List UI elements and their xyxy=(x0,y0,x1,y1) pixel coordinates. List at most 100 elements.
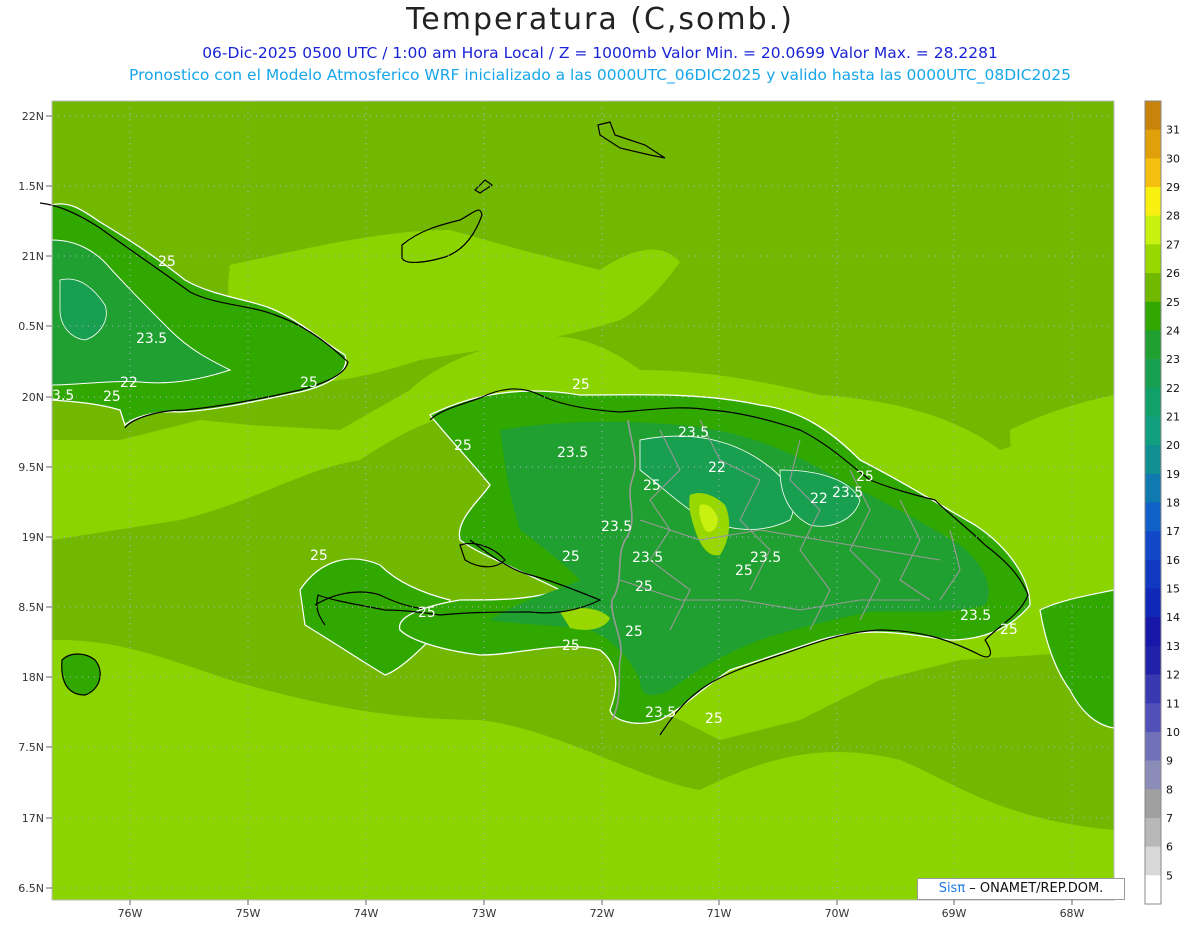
credit-sis: Sisπ xyxy=(938,881,966,896)
colorbar-swatch xyxy=(1145,617,1161,647)
colorbar-label: 15 xyxy=(1166,583,1180,596)
lon-label: 73W xyxy=(472,907,497,920)
contour-label: 25 xyxy=(418,605,436,621)
lat-label: 18N xyxy=(22,671,44,684)
colorbar-swatch xyxy=(1145,789,1161,819)
contour-label: 25 xyxy=(310,548,328,564)
colorbar-swatch xyxy=(1145,875,1161,905)
contour-label: 23.5 xyxy=(678,425,709,441)
colorbar-label: 24 xyxy=(1166,324,1180,337)
colorbar-label: 20 xyxy=(1166,439,1180,452)
lat-label: 6.5N xyxy=(18,882,44,895)
lon-label: 74W xyxy=(354,907,379,920)
colorbar-label: 27 xyxy=(1166,238,1180,251)
contour-label: 23.5 xyxy=(960,608,991,624)
contour-label: 23.5 xyxy=(601,519,632,535)
lat-ticks xyxy=(46,115,52,889)
lat-label: 20N xyxy=(22,391,44,404)
lon-label: 71W xyxy=(707,907,732,920)
colorbar-swatch xyxy=(1145,645,1161,675)
lat-label: 8.5N xyxy=(18,601,44,614)
lat-label: 7.5N xyxy=(18,741,44,754)
colorbar: 31 30 29 28 27 26 25 24 23 22 21 20 19 18 17 16 15 14 13 12… xyxy=(1144,100,1180,905)
colorbar-label: 9 xyxy=(1166,755,1173,768)
contour-label: 25 xyxy=(300,375,318,391)
colorbar-label: 28 xyxy=(1166,210,1180,223)
subtitle-date-values: 06-Dic-2025 0500 UTC / 1:00 am Hora Loca… xyxy=(202,44,998,62)
contour-label: 23.5 xyxy=(832,485,863,501)
lon-label: 75W xyxy=(236,907,261,920)
colorbar-label: 19 xyxy=(1166,468,1180,481)
contour-label: 23.5 xyxy=(632,550,663,566)
colorbar-swatch xyxy=(1145,387,1161,417)
lat-label: 1.5N xyxy=(18,180,44,193)
colorbar-swatch xyxy=(1145,244,1161,274)
lon-label: 72W xyxy=(590,907,615,920)
colorbar-label: 14 xyxy=(1166,611,1180,624)
colorbar-swatch xyxy=(1145,187,1161,216)
colorbar-swatch xyxy=(1145,674,1161,704)
colorbar-swatch xyxy=(1145,416,1161,446)
lat-label: 22N xyxy=(22,110,44,123)
lon-label: 69W xyxy=(942,907,967,920)
colorbar-label: 26 xyxy=(1166,267,1180,280)
colorbar-swatch xyxy=(1145,215,1161,245)
colorbar-swatch xyxy=(1145,101,1161,130)
contour-label: 25 xyxy=(643,478,661,494)
lon-ticks xyxy=(129,900,1073,905)
lon-label: 68W xyxy=(1060,907,1085,920)
colorbar-swatch xyxy=(1145,359,1161,389)
colorbar-label: 22 xyxy=(1166,382,1180,395)
colorbar-swatch xyxy=(1145,588,1161,618)
colorbar-label: 30 xyxy=(1166,152,1180,165)
contour-label: 25 xyxy=(1000,622,1018,638)
colorbar-swatch xyxy=(1145,703,1161,733)
colorbar-label: 6 xyxy=(1166,841,1173,854)
colorbar-swatch xyxy=(1145,273,1161,303)
lat-label-group: 22N 1.5N 21N 0.5N 20N 9.5N 19N 8.5N 18N … xyxy=(18,110,44,895)
contour-label: 23.5 xyxy=(750,550,781,566)
colorbar-swatch xyxy=(1145,158,1161,188)
contour-label: 25 xyxy=(635,579,653,595)
colorbar-swatch xyxy=(1145,330,1161,360)
colorbar-swatch xyxy=(1145,301,1161,331)
forecast-map: 22N 1.5N 21N 0.5N 20N 9.5N 19N 8.5N 18N … xyxy=(18,100,1180,920)
contour-label: 25 xyxy=(158,254,176,270)
credit-box: Sisπ – ONAMET/REP.DOM. xyxy=(917,878,1125,900)
lon-label: 70W xyxy=(825,907,850,920)
colorbar-label: 17 xyxy=(1166,525,1180,538)
contour-label: 22 xyxy=(120,375,138,391)
colorbar-label: 12 xyxy=(1166,669,1180,682)
contour-label: 23.5 xyxy=(557,445,588,461)
colorbar-label: 8 xyxy=(1166,783,1173,796)
contour-label: 23.5 xyxy=(645,705,676,721)
contour-label: 23.5 xyxy=(136,331,167,347)
contour-label: 25 xyxy=(103,389,121,405)
lat-label: 9.5N xyxy=(18,461,44,474)
contour-label: 22 xyxy=(810,491,828,507)
page-title: Temperatura (C,somb.) xyxy=(406,2,794,37)
contour-label: 25 xyxy=(454,438,472,454)
colorbar-label: 21 xyxy=(1166,411,1180,424)
colorbar-swatch xyxy=(1145,846,1161,876)
colorbar-label: 7 xyxy=(1166,812,1173,825)
colorbar-swatch xyxy=(1145,731,1161,761)
contour-label: 25 xyxy=(705,711,723,727)
contour-label: 25 xyxy=(625,624,643,640)
lon-label: 76W xyxy=(118,907,143,920)
contour-label: 25 xyxy=(572,377,590,393)
contour-label: 22 xyxy=(708,460,726,476)
colorbar-label: 31 xyxy=(1166,124,1180,137)
lat-label: 0.5N xyxy=(18,320,44,333)
colorbar-label: 5 xyxy=(1166,869,1173,882)
colorbar-label: 18 xyxy=(1166,497,1180,510)
subtitle-model-info: Pronostico con el Modelo Atmosferico WRF… xyxy=(129,66,1071,84)
contour-label: 3.5 xyxy=(52,388,74,404)
colorbar-swatch xyxy=(1145,473,1161,503)
contour-label: 25 xyxy=(856,469,874,485)
lat-label: 19N xyxy=(22,531,44,544)
colorbar-label: 29 xyxy=(1166,181,1180,194)
contour-label: 25 xyxy=(562,549,580,565)
credit-org: – ONAMET/REP.DOM. xyxy=(965,881,1104,896)
colorbar-swatch xyxy=(1145,445,1161,475)
